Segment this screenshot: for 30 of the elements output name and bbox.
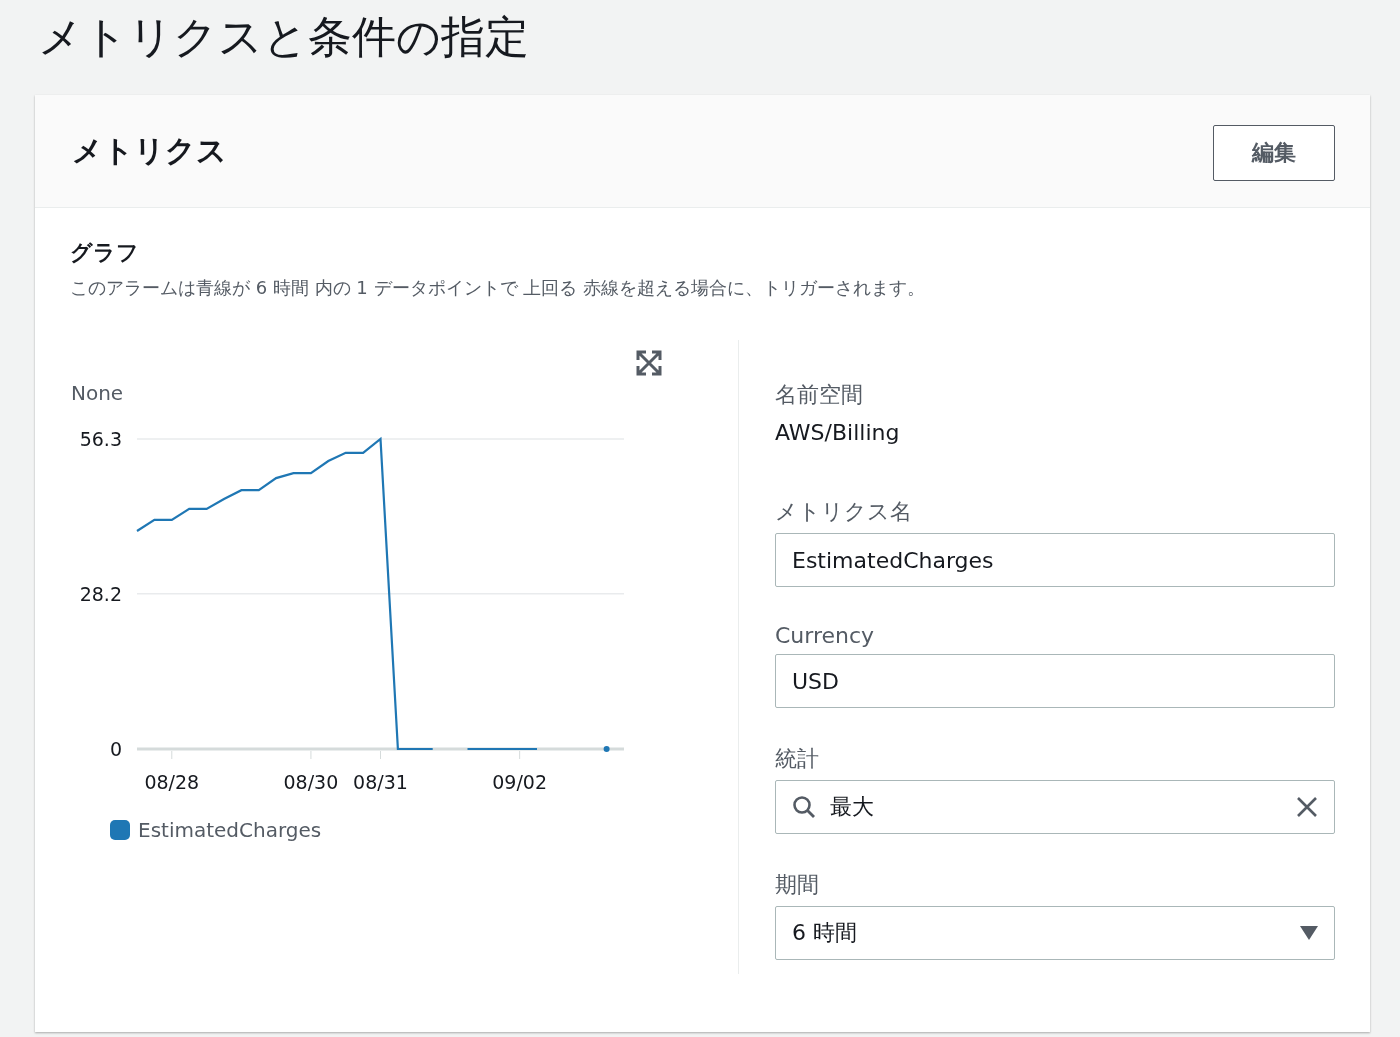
input-field[interactable]: EstimatedCharges	[775, 533, 1335, 587]
legend-swatch	[110, 820, 130, 840]
search-icon	[792, 795, 816, 819]
graph-description: このアラームは青線が 6 時間 内の 1 データポイントで 上回る 赤線を超える場合に、トリガーされます。	[70, 276, 926, 300]
field-label: 期間	[775, 871, 820, 899]
expand-icon[interactable]	[636, 350, 662, 376]
edit-button[interactable]: 編集	[1213, 125, 1335, 181]
x-tick-label: 08/31	[353, 771, 408, 793]
y-tick-label: 28.2	[79, 582, 122, 605]
search-field[interactable]: 最大	[775, 780, 1335, 834]
x-tick-label: 08/28	[144, 771, 200, 793]
data-point	[603, 746, 610, 752]
field-value: AWS/Billing	[775, 420, 901, 445]
field-label: Currency	[775, 623, 876, 648]
x-tick-label: 08/30	[283, 771, 339, 793]
x-tick-label: 09/02	[492, 771, 548, 793]
y-tick-label: 56.3	[79, 428, 122, 450]
y-tick-label: 0	[109, 738, 122, 760]
graph-heading: グラフ	[70, 239, 140, 267]
field-label: 統計	[775, 745, 820, 773]
input-field[interactable]: USD	[775, 654, 1335, 708]
field-label: メトリクス名	[775, 498, 913, 526]
select-field[interactable]: 6 時間	[775, 906, 1335, 960]
y-axis-label: None	[71, 381, 124, 405]
close-icon[interactable]	[1296, 796, 1318, 818]
caret-icon	[1300, 926, 1318, 940]
page-title: メトリクスと条件の指定	[37, 10, 530, 64]
field-label: 名前空間	[775, 381, 864, 409]
panel-title: メトリクス	[72, 131, 227, 170]
legend-label: EstimatedCharges	[138, 818, 322, 842]
